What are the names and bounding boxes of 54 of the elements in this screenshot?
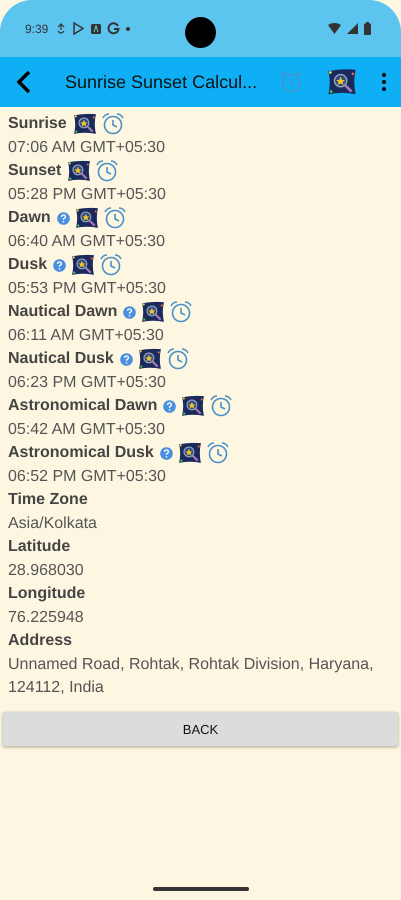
event-time: 06:23 PM GMT+05:30 — [8, 373, 167, 393]
back-button[interactable]: BACK — [3, 712, 398, 746]
magnifier-star-icon[interactable] — [178, 442, 202, 464]
app-title: Sunrise Sunset Calcul... — [65, 72, 258, 92]
event-time: 05:53 PM GMT+05:30 — [8, 279, 167, 299]
detail-label: Latitude — [8, 538, 70, 556]
detail-label: Address — [8, 632, 72, 650]
detail-value: Unnamed Road, Rohtak, Rohtak Division, Haryana, 124112, India — [8, 655, 375, 698]
detail-label: Longitude — [8, 585, 86, 603]
magnifier-star-icon[interactable] — [74, 207, 99, 229]
magnifier-star-icon[interactable] — [327, 68, 357, 96]
dot-icon — [126, 26, 130, 30]
play-icon — [72, 22, 86, 35]
magnifier-star-icon[interactable] — [138, 348, 162, 370]
help-icon[interactable] — [123, 306, 136, 318]
help-icon[interactable] — [160, 446, 173, 460]
signal-icon — [347, 23, 358, 34]
detail-value: Asia/Kolkata — [8, 514, 98, 534]
square-icon — [91, 24, 102, 34]
magnifier-star-icon[interactable] — [141, 301, 166, 323]
more-options-icon[interactable] — [381, 72, 387, 92]
help-icon[interactable] — [56, 212, 70, 224]
event-time: 05:28 PM GMT+05:30 — [8, 185, 167, 205]
event-label: Nautical Dawn — [8, 303, 118, 321]
event-label: Astronomical Dawn — [8, 397, 158, 415]
event-time: 07:06 AM GMT+05:30 — [8, 138, 166, 158]
circle-arc-icon — [107, 22, 120, 35]
event-label: Sunrise — [8, 115, 67, 133]
event-time: 05:42 AM GMT+05:30 — [8, 420, 166, 440]
status-time: 9:39 — [25, 22, 48, 36]
help-icon[interactable] — [163, 400, 176, 412]
event-label: Sunset — [8, 162, 62, 180]
help-icon[interactable] — [53, 258, 66, 272]
magnifier-star-icon[interactable] — [67, 160, 92, 182]
event-label: Dusk — [8, 256, 48, 274]
magnifier-star-icon[interactable] — [72, 113, 97, 135]
back-button[interactable] — [16, 70, 32, 94]
help-icon[interactable] — [120, 352, 133, 366]
detail-value: 28.968030 — [8, 561, 85, 581]
event-time: 06:40 AM GMT+05:30 — [8, 232, 166, 252]
gesture-handle[interactable] — [152, 887, 248, 891]
event-label: Dawn — [8, 209, 51, 227]
battery-icon — [364, 22, 371, 35]
wifi-icon — [328, 23, 341, 34]
event-label: Astronomical Dusk — [8, 444, 154, 462]
camera-cutout — [185, 17, 216, 48]
magnifier-star-icon[interactable] — [181, 395, 206, 417]
notification-icon — [56, 22, 66, 34]
detail-label: Time Zone — [8, 491, 88, 509]
event-time: 06:11 AM GMT+05:30 — [8, 326, 165, 346]
event-time: 06:52 PM GMT+05:30 — [8, 467, 167, 487]
detail-value: 76.225948 — [8, 608, 85, 628]
event-label: Nautical Dusk — [8, 350, 114, 368]
magnifier-star-icon[interactable] — [71, 254, 96, 276]
